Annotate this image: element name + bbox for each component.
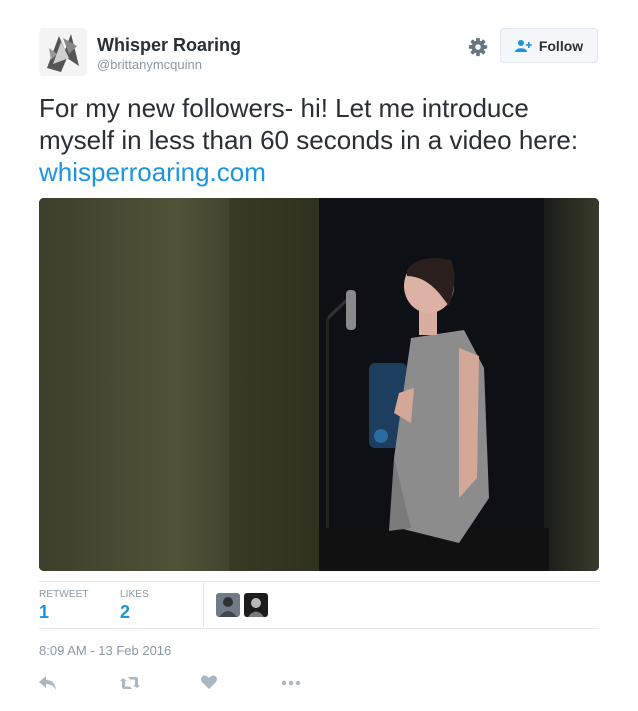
- retweet-stat-label: RETWEET: [39, 589, 89, 600]
- stats-vertical-divider: [203, 583, 204, 627]
- avatar[interactable]: [39, 28, 87, 76]
- like-button[interactable]: [200, 674, 222, 694]
- avatar-image: [39, 28, 87, 76]
- liker-avatar-image: [216, 593, 240, 617]
- liker-avatar-image: [244, 593, 268, 617]
- more-icon: [281, 680, 301, 686]
- liker-avatar[interactable]: [216, 593, 240, 617]
- tweet-photo[interactable]: [39, 198, 599, 571]
- more-button[interactable]: [280, 674, 302, 694]
- stats-divider-bottom: [39, 628, 599, 629]
- tweet-link[interactable]: whisperroaring.com: [39, 157, 266, 187]
- user-handle[interactable]: @brittanymcquinn: [97, 57, 202, 72]
- retweet-icon: [120, 677, 140, 689]
- likes-stat[interactable]: LIKES 2: [120, 589, 149, 623]
- follow-button-label: Follow: [538, 37, 584, 54]
- follow-button[interactable]: Follow: [500, 28, 598, 63]
- retweet-button[interactable]: [119, 674, 141, 694]
- likes-stat-label: LIKES: [120, 589, 149, 600]
- add-user-icon: [514, 39, 532, 52]
- settings-gear-button[interactable]: [467, 36, 489, 58]
- likes-count: 2: [120, 602, 131, 622]
- reply-button[interactable]: [38, 674, 60, 694]
- tweet-timestamp[interactable]: 8:09 AM - 13 Feb 2016: [39, 643, 171, 658]
- stats-divider-top: [39, 581, 599, 582]
- gear-icon: [468, 37, 488, 57]
- tweet-body: For my new followers- hi! Let me introdu…: [39, 93, 579, 155]
- display-name[interactable]: Whisper Roaring: [97, 35, 241, 56]
- liker-avatar[interactable]: [244, 593, 268, 617]
- reply-icon: [39, 676, 56, 690]
- retweet-count: 1: [39, 602, 50, 622]
- heart-icon: [201, 675, 217, 689]
- tweet-text: For my new followers- hi! Let me introdu…: [39, 92, 604, 188]
- performer-photo: [39, 198, 599, 571]
- retweet-stat[interactable]: RETWEET 1: [39, 589, 89, 623]
